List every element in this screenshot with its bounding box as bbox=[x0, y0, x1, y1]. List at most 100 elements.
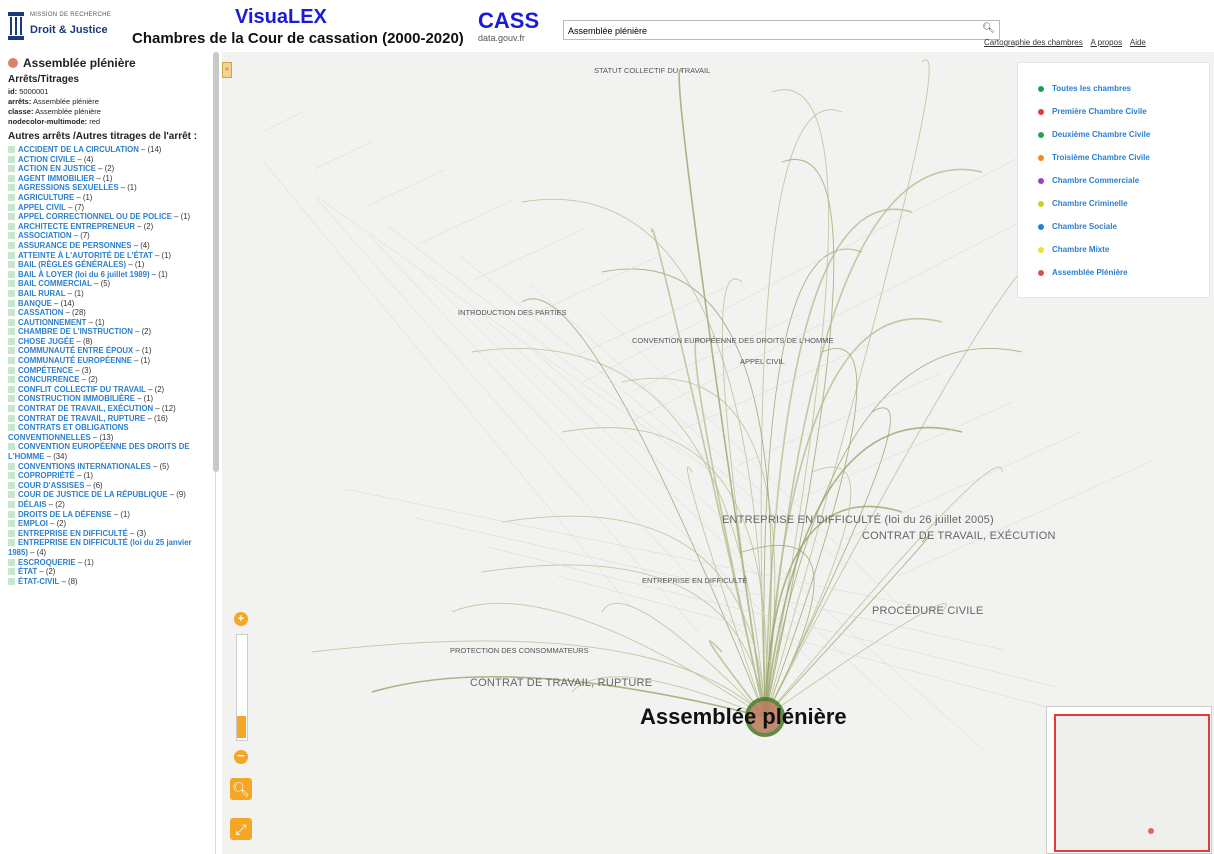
item-label[interactable]: ACTION CIVILE bbox=[18, 155, 75, 164]
search-tool-icon[interactable]: 🔍︎ bbox=[230, 778, 252, 800]
titrage-item[interactable]: ÉTAT – (2) bbox=[8, 567, 209, 577]
zoom-in-button[interactable]: + bbox=[234, 612, 248, 626]
search-input[interactable] bbox=[564, 21, 970, 41]
item-label[interactable]: ASSOCIATION bbox=[18, 231, 72, 240]
item-label[interactable]: CONTRAT DE TRAVAIL, EXÉCUTION bbox=[18, 404, 153, 413]
titrage-item[interactable]: CAUTIONNEMENT – (1) bbox=[8, 318, 209, 328]
item-label[interactable]: BAIL RURAL bbox=[18, 289, 66, 298]
titrage-item[interactable]: CONTRAT DE TRAVAIL, RUPTURE – (16) bbox=[8, 414, 209, 424]
item-label[interactable]: CONVENTION EUROPÉENNE DES DROITS DE L'HO… bbox=[8, 442, 190, 461]
titrage-item[interactable]: ENTREPRISE EN DIFFICULTÉ – (3) bbox=[8, 529, 209, 539]
item-label[interactable]: AGENT IMMOBILIER bbox=[18, 174, 94, 183]
legend-item[interactable]: Chambre Commerciale bbox=[1018, 169, 1209, 192]
item-label[interactable]: CONCURRENCE bbox=[18, 375, 80, 384]
item-label[interactable]: ATTEINTE À L'AUTORITÉ DE L'ÉTAT bbox=[18, 251, 153, 260]
titrage-item[interactable]: CHAMBRE DE L'INSTRUCTION – (2) bbox=[8, 327, 209, 337]
titrage-item[interactable]: BANQUE – (14) bbox=[8, 299, 209, 309]
fit-view-icon[interactable]: ⤢ bbox=[230, 818, 252, 840]
titrage-item[interactable]: ASSOCIATION – (7) bbox=[8, 231, 209, 241]
item-label[interactable]: CAUTIONNEMENT bbox=[18, 318, 86, 327]
titrage-item[interactable]: BAIL (RÈGLES GÉNÉRALES) – (1) bbox=[8, 260, 209, 270]
sidebar-collapse-button[interactable]: « bbox=[222, 62, 232, 78]
titrage-item[interactable]: CONFLIT COLLECTIF DU TRAVAIL – (2) bbox=[8, 385, 209, 395]
search-icon[interactable]: 🔍︎ bbox=[982, 23, 995, 34]
link-cartographie[interactable]: Cartographie des chambres bbox=[984, 38, 1083, 47]
item-label[interactable]: CONSTRUCTION IMMOBILIÈRE bbox=[18, 394, 135, 403]
item-label[interactable]: ÉTAT bbox=[18, 567, 37, 576]
zoom-slider-thumb[interactable] bbox=[237, 716, 246, 738]
titrage-item[interactable]: ESCROQUERIE – (1) bbox=[8, 558, 209, 568]
titrage-item[interactable]: ATTEINTE À L'AUTORITÉ DE L'ÉTAT – (1) bbox=[8, 251, 209, 261]
legend-item[interactable]: Assemblée Plénière bbox=[1018, 261, 1209, 284]
item-label[interactable]: COMPÉTENCE bbox=[18, 366, 73, 375]
titrage-item[interactable]: ASSURANCE DE PERSONNES – (4) bbox=[8, 241, 209, 251]
zoom-out-button[interactable]: − bbox=[234, 749, 248, 764]
graph-node-label[interactable]: CONTRAT DE TRAVAIL, EXÉCUTION bbox=[862, 530, 1056, 542]
titrage-item[interactable]: CONTRATS ET OBLIGATIONS CONVENTIONNELLES… bbox=[8, 423, 209, 442]
titrage-item[interactable]: AGRESSIONS SEXUELLES – (1) bbox=[8, 183, 209, 193]
item-label[interactable]: BAIL COMMERCIAL bbox=[18, 279, 92, 288]
item-label[interactable]: BANQUE bbox=[18, 299, 52, 308]
titrage-item[interactable]: COPROPRIÉTÉ – (1) bbox=[8, 471, 209, 481]
titrage-item[interactable]: BAIL À LOYER (loi du 6 juillet 1989) – (… bbox=[8, 270, 209, 280]
titrage-item[interactable]: EMPLOI – (2) bbox=[8, 519, 209, 529]
titrage-item[interactable]: CASSATION – (28) bbox=[8, 308, 209, 318]
item-label[interactable]: APPEL CIVIL bbox=[18, 203, 66, 212]
item-label[interactable]: CHAMBRE DE L'INSTRUCTION bbox=[18, 327, 133, 336]
item-label[interactable]: EMPLOI bbox=[18, 519, 48, 528]
graph-node-label[interactable]: APPEL CIVIL bbox=[740, 357, 785, 366]
link-a-propos[interactable]: A propos bbox=[1091, 38, 1123, 47]
item-label[interactable]: ENTREPRISE EN DIFFICULTÉ bbox=[18, 529, 128, 538]
item-label[interactable]: CHOSE JUGÉE bbox=[18, 337, 74, 346]
item-label[interactable]: COUR D'ASSISES bbox=[18, 481, 84, 490]
graph-node-label[interactable]: STATUT COLLECTIF DU TRAVAIL bbox=[594, 66, 710, 75]
legend-item[interactable]: Première Chambre Civile bbox=[1018, 100, 1209, 123]
titrage-item[interactable]: ACTION EN JUSTICE – (2) bbox=[8, 164, 209, 174]
graph-node-label[interactable]: CONVENTION EUROPÉENNE DES DROITS DE L'HO… bbox=[632, 336, 833, 345]
item-label[interactable]: AGRICULTURE bbox=[18, 193, 74, 202]
item-label[interactable]: BAIL (RÈGLES GÉNÉRALES) bbox=[18, 260, 126, 269]
titrage-item[interactable]: ACCIDENT DE LA CIRCULATION – (14) bbox=[8, 145, 209, 155]
item-label[interactable]: ÉTAT-CIVIL bbox=[18, 577, 59, 586]
titrage-item[interactable]: COUR DE JUSTICE DE LA RÉPUBLIQUE – (9) bbox=[8, 490, 209, 500]
legend-item[interactable]: Toutes les chambres bbox=[1018, 77, 1209, 100]
item-label[interactable]: DROITS DE LA DÉFENSE bbox=[18, 510, 112, 519]
item-label[interactable]: COPROPRIÉTÉ bbox=[18, 471, 75, 480]
titrage-item[interactable]: COMMUNAUTÉ EUROPÉENNE – (1) bbox=[8, 356, 209, 366]
legend-item[interactable]: Deuxième Chambre Civile bbox=[1018, 123, 1209, 146]
item-label[interactable]: COMMUNAUTÉ ENTRE ÉPOUX bbox=[18, 346, 133, 355]
titrage-item[interactable]: COMPÉTENCE – (3) bbox=[8, 366, 209, 376]
titrage-item[interactable]: CONCURRENCE – (2) bbox=[8, 375, 209, 385]
graph-node-label[interactable]: INTRODUCTION DES PARTIES bbox=[458, 308, 566, 317]
titrage-item[interactable]: COUR D'ASSISES – (6) bbox=[8, 481, 209, 491]
titrage-item[interactable]: CHOSE JUGÉE – (8) bbox=[8, 337, 209, 347]
titrage-item[interactable]: DROITS DE LA DÉFENSE – (1) bbox=[8, 510, 209, 520]
item-label[interactable]: ACTION EN JUSTICE bbox=[18, 164, 96, 173]
titrage-item[interactable]: AGENT IMMOBILIER – (1) bbox=[8, 174, 209, 184]
item-label[interactable]: CONFLIT COLLECTIF DU TRAVAIL bbox=[18, 385, 146, 394]
titrage-item[interactable]: CONSTRUCTION IMMOBILIÈRE – (1) bbox=[8, 394, 209, 404]
item-label[interactable]: ESCROQUERIE bbox=[18, 558, 76, 567]
item-label[interactable]: COMMUNAUTÉ EUROPÉENNE bbox=[18, 356, 132, 365]
titrage-item[interactable]: BAIL RURAL – (1) bbox=[8, 289, 209, 299]
minimap-viewport[interactable] bbox=[1054, 714, 1210, 852]
item-label[interactable]: DÉLAIS bbox=[18, 500, 47, 509]
item-label[interactable]: COUR DE JUSTICE DE LA RÉPUBLIQUE bbox=[18, 490, 168, 499]
cass-logo-title[interactable]: CASS bbox=[478, 8, 539, 34]
legend-item[interactable]: Chambre Sociale bbox=[1018, 215, 1209, 238]
titrage-item[interactable]: ARCHITECTE ENTREPRENEUR – (2) bbox=[8, 222, 209, 232]
legend-item[interactable]: Chambre Mixte bbox=[1018, 238, 1209, 261]
legend-item[interactable]: Chambre Criminelle bbox=[1018, 192, 1209, 215]
titrage-item[interactable]: BAIL COMMERCIAL – (5) bbox=[8, 279, 209, 289]
titrage-item[interactable]: CONTRAT DE TRAVAIL, EXÉCUTION – (12) bbox=[8, 404, 209, 414]
legend-item[interactable]: Troisième Chambre Civile bbox=[1018, 146, 1209, 169]
graph-node-label[interactable]: PROTECTION DES CONSOMMATEURS bbox=[450, 646, 589, 655]
titrage-item[interactable]: COMMUNAUTÉ ENTRE ÉPOUX – (1) bbox=[8, 346, 209, 356]
item-label[interactable]: AGRESSIONS SEXUELLES bbox=[18, 183, 119, 192]
link-aide[interactable]: Aide bbox=[1130, 38, 1146, 47]
titrage-item[interactable]: APPEL CORRECTIONNEL OU DE POLICE – (1) bbox=[8, 212, 209, 222]
item-label[interactable]: APPEL CORRECTIONNEL OU DE POLICE bbox=[18, 212, 172, 221]
item-label[interactable]: CASSATION bbox=[18, 308, 63, 317]
titrage-item[interactable]: CONVENTION EUROPÉENNE DES DROITS DE L'HO… bbox=[8, 442, 209, 461]
item-label[interactable]: ASSURANCE DE PERSONNES bbox=[18, 241, 132, 250]
